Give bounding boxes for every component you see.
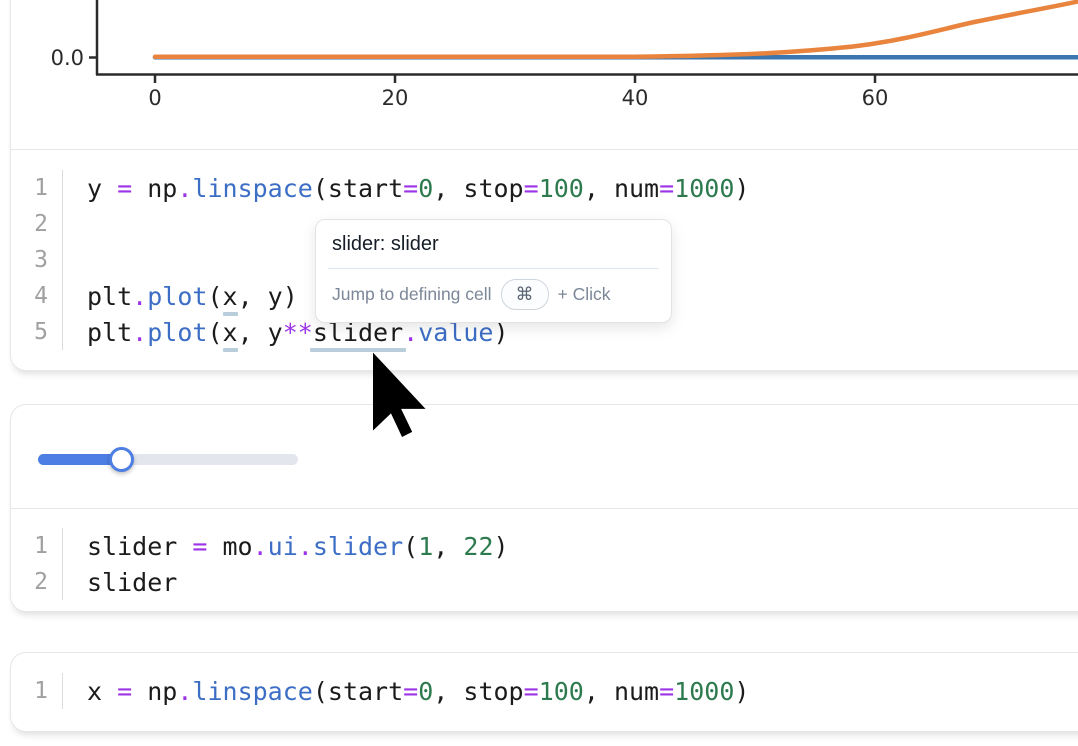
mouse-cursor-icon bbox=[373, 352, 426, 438]
code-text: x = np.linspace(start=0, stop=100, num=1… bbox=[87, 677, 749, 706]
tooltip-shortcut-suffix: + Click bbox=[558, 284, 611, 305]
code-line[interactable]: 1 x = np.linspace(start=0, stop=100, num=… bbox=[10, 673, 1078, 709]
x-tick-label-60: 60 bbox=[862, 86, 889, 110]
x-tick-label-0: 0 bbox=[148, 86, 161, 110]
code-editor-slider-cell[interactable]: 1 slider = mo.ui.slider(1, 22) 2 slider bbox=[10, 528, 1078, 600]
code-line[interactable]: 1 slider = mo.ui.slider(1, 22) bbox=[10, 528, 1078, 564]
code-text: y = np.linspace(start=0, stop=100, num=1… bbox=[87, 174, 749, 203]
x-tick-label-20: 20 bbox=[382, 86, 409, 110]
x-tick-label-40: 40 bbox=[622, 86, 649, 110]
code-text: slider bbox=[87, 568, 177, 597]
line-number: 1 bbox=[10, 170, 63, 206]
code-text: slider = mo.ui.slider(1, 22) bbox=[87, 532, 509, 561]
cell2-output-code-divider bbox=[11, 508, 1078, 509]
line-number: 2 bbox=[10, 564, 63, 600]
y-tick-label: 0.0 bbox=[51, 46, 84, 70]
cell-output-code-divider bbox=[11, 149, 1078, 150]
variable-hover-tooltip: slider: slider Jump to defining cell ⌘ +… bbox=[315, 219, 672, 323]
line-number: 5 bbox=[10, 314, 63, 350]
code-line[interactable]: 1 y = np.linspace(start=0, stop=100, num=… bbox=[10, 170, 1078, 206]
line-series-orange bbox=[155, 2, 1078, 57]
line-number: 3 bbox=[10, 242, 63, 278]
line-number: 1 bbox=[10, 528, 63, 564]
tooltip-variable-name: slider: slider bbox=[332, 233, 655, 256]
code-text: plt.plot(x, y) bbox=[87, 282, 298, 311]
line-number: 2 bbox=[10, 206, 63, 242]
code-line[interactable]: 2 slider bbox=[10, 564, 1078, 600]
slider-track[interactable] bbox=[38, 454, 298, 465]
command-key-icon: ⌘ bbox=[501, 279, 549, 310]
tooltip-divider bbox=[328, 268, 659, 269]
line-number: 1 bbox=[10, 673, 63, 709]
code-editor-x-cell[interactable]: 1 x = np.linspace(start=0, stop=100, num=… bbox=[10, 673, 1078, 709]
tooltip-action-label[interactable]: Jump to defining cell bbox=[332, 284, 492, 305]
line-number: 4 bbox=[10, 278, 63, 314]
matplotlib-plot-output: 0.0 0 20 40 60 bbox=[10, 0, 1078, 148]
